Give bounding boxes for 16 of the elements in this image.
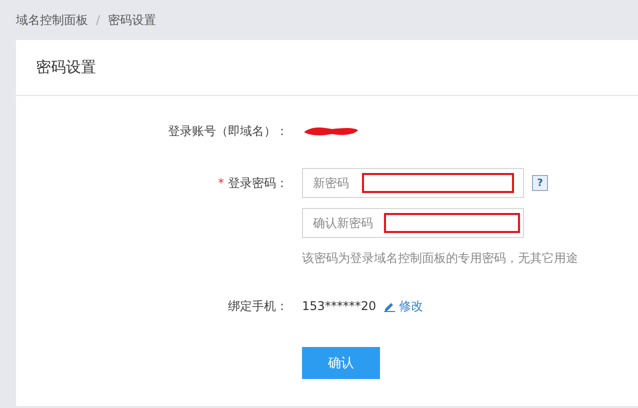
form-label: 登录账号（即域名）：: [168, 123, 288, 140]
password-field[interactable]: 确认新密码: [302, 208, 524, 238]
phone-number: 153******20: [302, 299, 376, 313]
confirm-button[interactable]: 确认: [302, 347, 380, 379]
card-title: 密码设置: [36, 58, 96, 77]
breadcrumb-item[interactable]: 域名控制面板: [16, 12, 88, 28]
pencil-icon: [384, 300, 396, 312]
form-label: 绑定手机：: [228, 298, 288, 315]
edit-link[interactable]: 修改: [384, 298, 424, 314]
required-mark: *: [218, 175, 224, 192]
help-icon[interactable]: ?: [532, 175, 548, 191]
breadcrumb-item: 密码设置: [108, 12, 156, 28]
breadcrumb-separator: /: [96, 13, 100, 27]
hint-text: 该密码为登录域名控制面板的专用密码，无其它用途: [302, 250, 578, 267]
form-label: 登录密码：: [228, 175, 288, 192]
password-field[interactable]: 新密码: [302, 168, 524, 198]
